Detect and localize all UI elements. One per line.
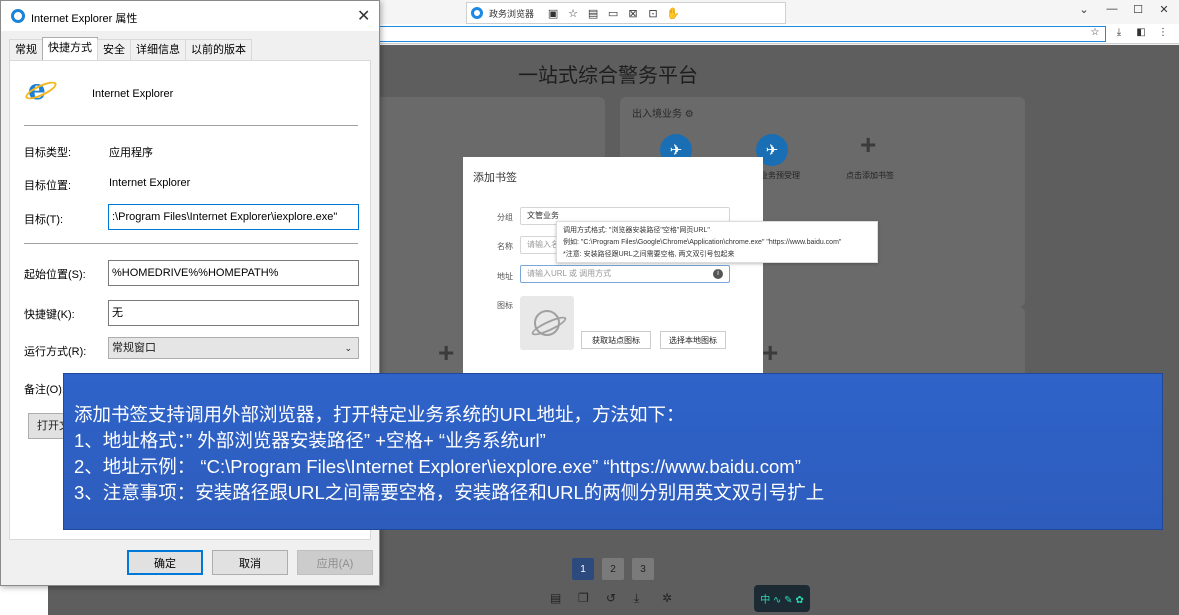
settings-icon[interactable]: ✲: [662, 591, 672, 605]
dialog-title: 添加书签: [473, 172, 517, 184]
icon-label: 图标: [497, 301, 513, 310]
address-input[interactable]: 请输入URL 或 调用方式 i: [520, 265, 730, 283]
tooltip-line: *注意: 安装路径跟URL之间需要空格, 两文双引号包起来: [563, 251, 735, 258]
bookmark-star-icon[interactable]: ☆: [1088, 27, 1102, 38]
tab-general[interactable]: 常规: [9, 39, 43, 60]
local-icon-button[interactable]: 选择本地图标: [660, 331, 726, 349]
target-type-label: 目标类型:: [24, 147, 72, 159]
close-icon[interactable]: ✕: [357, 6, 370, 26]
plus-icon[interactable]: +: [860, 129, 876, 161]
add-bookmark-dialog: 添加书签 分组 文管业务 名称 请输入名 地址 请输入URL 或 调用方式 i …: [463, 157, 763, 383]
target-input[interactable]: :\Program Files\Internet Explorer\iexplo…: [108, 204, 359, 230]
copy-icon[interactable]: ❐: [578, 591, 589, 605]
divider: [24, 243, 358, 244]
tab-previous-versions[interactable]: 以前的版本: [185, 39, 252, 60]
crop-icon[interactable]: ⊠: [626, 6, 640, 20]
page-3-button[interactable]: 3: [632, 558, 654, 580]
plus-icon[interactable]: +: [762, 337, 778, 369]
image-icon[interactable]: ▤: [586, 6, 600, 20]
dialog-title: Internet Explorer 属性: [31, 13, 138, 25]
browser-logo-icon: [471, 7, 483, 19]
tab-details[interactable]: 详细信息: [130, 39, 186, 60]
address-label: 地址: [497, 272, 513, 281]
target-label: 目标(T):: [24, 214, 64, 226]
page-title: 一站式综合警务平台: [518, 65, 698, 87]
download-icon[interactable]: ⤓: [1112, 27, 1126, 38]
start-in-label: 起始位置(S):: [24, 269, 86, 281]
card-title: 出入境业务 ⚙: [632, 109, 694, 120]
ie-icon: [11, 9, 25, 23]
group-label: 分组: [497, 213, 513, 222]
star-icon[interactable]: ☆: [566, 6, 580, 20]
name-label: 名称: [497, 242, 513, 251]
browser-toolbar: 政务浏览器 ▣ ☆ ▤ ▭ ⊠ ⊡ ✋: [466, 2, 786, 24]
dialog-titlebar: Internet Explorer 属性 ✕: [1, 1, 379, 31]
ie-logo-icon: e: [23, 75, 59, 105]
target-type-value: 应用程序: [109, 147, 153, 159]
planet-icon: [534, 310, 560, 336]
page-1-button[interactable]: 1: [572, 558, 594, 580]
more-icon[interactable]: ⋮: [1156, 27, 1170, 38]
run-select[interactable]: 常规窗口 ⌄: [108, 337, 359, 359]
note-line: 1、地址格式：” 外部浏览器安装路径” +空格+ “业务系统url”: [74, 430, 546, 451]
note-line: 2、地址示例： “C:\Program Files\Internet Explo…: [74, 456, 801, 477]
monitor-icon[interactable]: ▣: [546, 6, 560, 20]
download-icon[interactable]: ⤓: [634, 591, 639, 606]
ime-widget[interactable]: 中 ∿ ✎ ✿: [754, 585, 810, 612]
tooltip-line: 调用方式格式: "浏览器安装路径"空格"网页URL": [563, 227, 710, 234]
tooltip-line: 例如: "C:\Program Files\Google\Chrome\Appl…: [563, 239, 842, 246]
plus-icon[interactable]: +: [438, 337, 454, 369]
browser-name: 政务浏览器: [489, 8, 535, 19]
target-location-label: 目标位置:: [24, 180, 72, 192]
app-name: Internet Explorer: [92, 88, 174, 100]
add-bookmark-label[interactable]: 点击添加书签: [846, 170, 894, 181]
screen-icon[interactable]: ▭: [606, 6, 620, 20]
tab-strip: 常规 快捷方式 安全 详细信息 以前的版本: [9, 37, 252, 61]
comment-label: 备注(O):: [24, 384, 65, 396]
note-line: 3、注意事项：安装路径跟URL之间需要空格，安装路径和URL的两侧分别用英文双引…: [74, 482, 825, 503]
sidebar-icon[interactable]: ◧: [1134, 27, 1148, 38]
save-icon[interactable]: ▤: [550, 591, 561, 605]
ok-button[interactable]: 确定: [127, 550, 203, 575]
run-label: 运行方式(R):: [24, 346, 87, 358]
info-icon[interactable]: i: [713, 269, 723, 279]
tab-shortcut[interactable]: 快捷方式: [42, 37, 98, 60]
note-line: 添加书签支持调用外部浏览器，打开特定业务系统的URL地址，方法如下：: [74, 404, 685, 425]
remote-icon[interactable]: ⊡: [646, 6, 660, 20]
cancel-button[interactable]: 取消: [212, 550, 288, 575]
chevron-down-icon[interactable]: ⌄: [1076, 3, 1092, 16]
history-icon[interactable]: ↺: [606, 591, 616, 605]
apply-button[interactable]: 应用(A): [297, 550, 373, 575]
hand-icon[interactable]: ✋: [666, 6, 680, 20]
instruction-note: 添加书签支持调用外部浏览器，打开特定业务系统的URL地址，方法如下： 1、地址格…: [63, 373, 1163, 530]
chevron-down-icon: ⌄: [344, 343, 352, 353]
start-in-input[interactable]: %HOMEDRIVE%%HOMEPATH%: [108, 260, 359, 286]
app-label: 业务预受理: [760, 171, 800, 180]
maximize-icon[interactable]: ☐: [1130, 3, 1146, 16]
divider: [24, 125, 358, 126]
shortcut-key-label: 快捷键(K):: [24, 309, 75, 321]
icon-preview: [520, 296, 574, 350]
tab-security[interactable]: 安全: [97, 39, 131, 60]
close-icon[interactable]: ✕: [1156, 3, 1172, 16]
page-2-button[interactable]: 2: [602, 558, 624, 580]
target-location-value: Internet Explorer: [109, 177, 191, 189]
minimize-icon[interactable]: —: [1104, 3, 1120, 15]
shortcut-key-input[interactable]: 无: [108, 300, 359, 326]
address-tooltip: 调用方式格式: "浏览器安装路径"空格"网页URL" 例如: "C:\Progr…: [556, 221, 878, 263]
fetch-icon-button[interactable]: 获取站点图标: [581, 331, 651, 349]
